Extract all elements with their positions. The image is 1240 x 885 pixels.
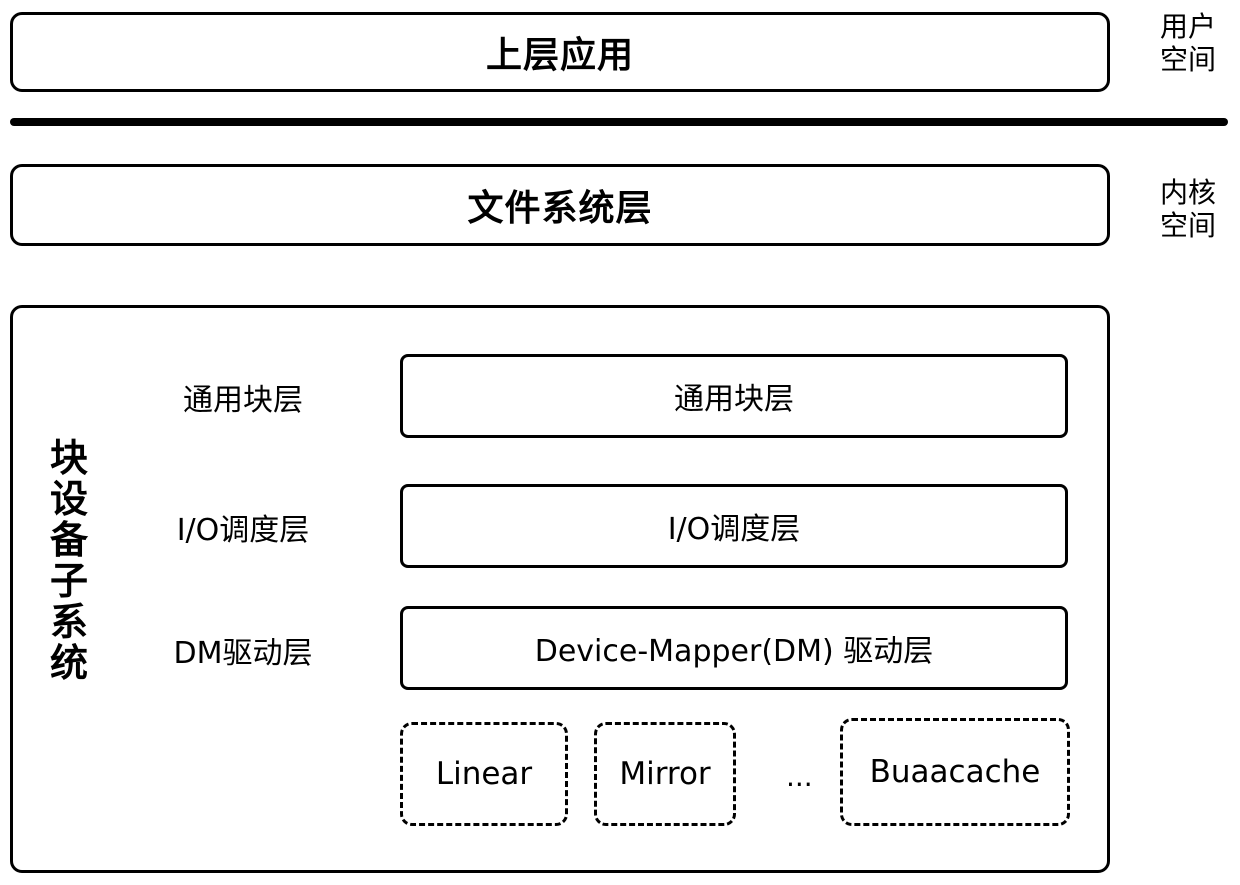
dm-driver-layer-box: Device-Mapper(DM) 驱动层 [400,606,1068,690]
user-kernel-divider [10,118,1228,126]
io-scheduler-layer-box: I/O调度层 [400,484,1068,568]
upper-application-box: 上层应用 [10,12,1110,92]
dm-target-mirror: Mirror [594,722,736,826]
generic-block-layer-box: 通用块层 [400,354,1068,438]
filesystem-layer-label: 文件系统层 [467,188,653,229]
row-label-generic-block: 通用块层 [183,383,303,418]
dm-target-linear: Linear [400,722,568,826]
user-space-label: 用户 空间 [1160,10,1217,76]
block-subsystem-title: 块设备子系统 [49,436,88,685]
dm-target-buaacache: Buaacache [840,718,1070,826]
filesystem-layer-box: 文件系统层 [10,164,1110,246]
dm-target-ellipsis: ... [786,760,813,793]
kernel-space-label: 内核 空间 [1160,176,1217,242]
upper-application-label: 上层应用 [485,35,634,76]
row-label-dm-driver: DM驱动层 [173,636,313,671]
row-label-io-scheduler: I/O调度层 [176,513,310,548]
